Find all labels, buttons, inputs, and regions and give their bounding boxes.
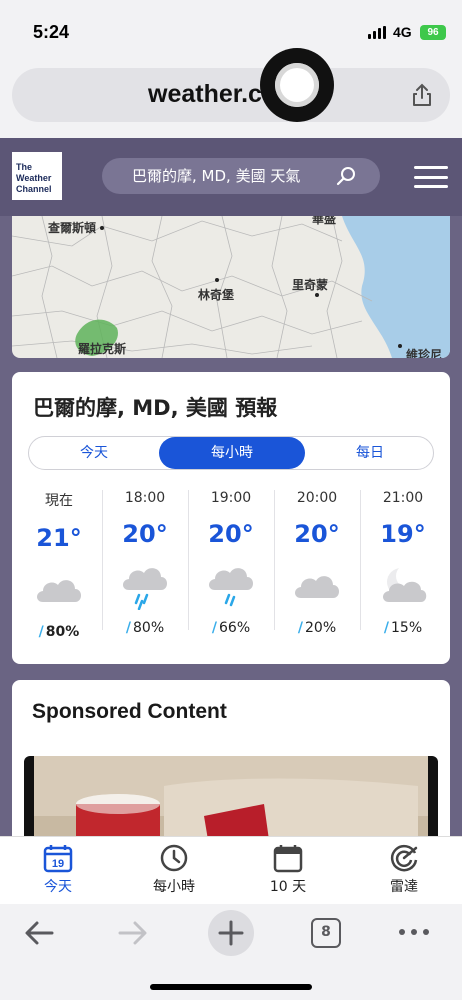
hour-column[interactable]: 18:00 20° /80% [102, 482, 188, 640]
hour-time: 21:00 [382, 490, 424, 506]
rain-icon [209, 568, 253, 607]
hour-column[interactable]: 20:00 20° /20% [274, 482, 360, 640]
new-tab-button[interactable] [208, 910, 254, 956]
network-type: 4G [393, 24, 412, 40]
hour-precip: /20% [297, 620, 337, 636]
menu-icon[interactable] [414, 166, 448, 188]
weather-channel-logo[interactable]: The Weather Channel [12, 152, 62, 200]
hour-column[interactable]: 19:00 20° /66% [188, 482, 274, 640]
calendar-icon [273, 845, 303, 873]
forecast-title: 巴爾的摩, MD, 美國 預報 [33, 396, 278, 420]
site-header: The Weather Channel 巴爾的摩, MD, 美國 天氣 [0, 138, 462, 216]
address-bar[interactable]: weather.c [12, 68, 450, 122]
hour-column[interactable]: 21:00 19° /15% [360, 482, 446, 640]
map-label: 維珍尼 [406, 348, 443, 358]
forecast-tabs: 今天 每小時 每日 [28, 436, 434, 470]
location-search[interactable]: 巴爾的摩, MD, 美國 天氣 [102, 158, 380, 194]
cloudy-icon [295, 576, 339, 598]
calendar-day-icon: 19 [43, 845, 73, 873]
hour-temp: 21° [36, 524, 82, 552]
raindrop-icon: / [125, 620, 131, 636]
raindrop-icon: / [211, 620, 217, 636]
plus-icon [218, 920, 244, 946]
back-icon[interactable] [22, 918, 56, 948]
raindrop-icon: / [38, 624, 44, 640]
hour-temp: 20° [122, 520, 168, 548]
screen-record-icon[interactable] [260, 48, 334, 122]
browser-toolbar: 8 [0, 904, 462, 1000]
nav-label: 今天 [44, 879, 72, 895]
partly-cloudy-night-icon [383, 564, 427, 602]
hour-precip: /15% [383, 620, 423, 636]
search-icon [336, 167, 355, 186]
weather-map[interactable]: 查爾斯頓 林奇堡 里奇蒙 羅拉克斯 維珍尼 華盛 [12, 216, 450, 358]
nav-hourly[interactable]: 每小時 [124, 843, 224, 896]
hour-column[interactable]: 現在 21° /80% [16, 482, 102, 640]
hour-time: 20:00 [296, 490, 338, 506]
hour-temp: 20° [208, 520, 254, 548]
radar-icon [390, 844, 418, 872]
map-label: 里奇蒙 [292, 278, 329, 292]
hour-temp: 19° [380, 520, 426, 548]
tab-hourly[interactable]: 每小時 [159, 437, 305, 469]
hour-precip: /80% [125, 620, 165, 636]
tab-daily[interactable]: 每日 [305, 437, 435, 469]
browser-address-area: weather.c [0, 60, 462, 138]
raindrop-icon: / [297, 620, 303, 636]
hour-temp: 20° [294, 520, 340, 548]
map-label: 華盛 [312, 216, 337, 226]
hour-time: 19:00 [210, 490, 252, 506]
status-bar: 5:24 4G 96 [0, 0, 462, 60]
nav-radar[interactable]: 雷達 [354, 843, 454, 896]
signal-icon [368, 26, 386, 39]
nav-label: 每小時 [153, 879, 195, 895]
hour-precip: /66% [211, 620, 251, 636]
forward-icon[interactable] [116, 918, 150, 948]
bottom-nav: 19 今天 每小時 10 天 雷達 [0, 836, 462, 904]
sponsored-title: Sponsored Content [32, 700, 227, 723]
battery-icon: 96 [420, 25, 446, 40]
cloudy-icon [37, 580, 81, 602]
share-icon[interactable] [409, 82, 435, 108]
hourly-forecast: 現在 21° /80% 18:00 20° /80% 19:00 20° /66… [16, 482, 446, 652]
hour-precip: /80% [38, 624, 80, 640]
home-indicator [150, 984, 312, 990]
location-search-text: 巴爾的摩, MD, 美國 天氣 [132, 167, 301, 185]
raindrop-icon: / [383, 620, 389, 636]
clock-icon [160, 844, 188, 872]
nav-today[interactable]: 19 今天 [8, 843, 108, 896]
hour-time: 現在 [45, 493, 73, 509]
map-label: 羅拉克斯 [78, 342, 127, 356]
status-time: 5:24 [33, 22, 70, 42]
forecast-card: 巴爾的摩, MD, 美國 預報 今天 每小時 每日 現在 21° /80% 18… [12, 372, 450, 664]
nav-10day[interactable]: 10 天 [238, 843, 338, 896]
tabs-button[interactable]: 8 [311, 918, 341, 948]
nav-label: 雷達 [390, 879, 418, 895]
more-icon[interactable] [398, 926, 430, 938]
nav-label: 10 天 [269, 879, 307, 895]
url-text: weather.c [148, 80, 262, 108]
svg-text:19: 19 [52, 858, 64, 870]
sponsored-section: Sponsored Content [12, 680, 450, 860]
hour-time: 18:00 [124, 490, 166, 506]
tab-today[interactable]: 今天 [29, 437, 159, 469]
map-label: 查爾斯頓 [48, 221, 97, 235]
rain-icon [123, 568, 167, 611]
map-label: 林奇堡 [198, 288, 235, 302]
